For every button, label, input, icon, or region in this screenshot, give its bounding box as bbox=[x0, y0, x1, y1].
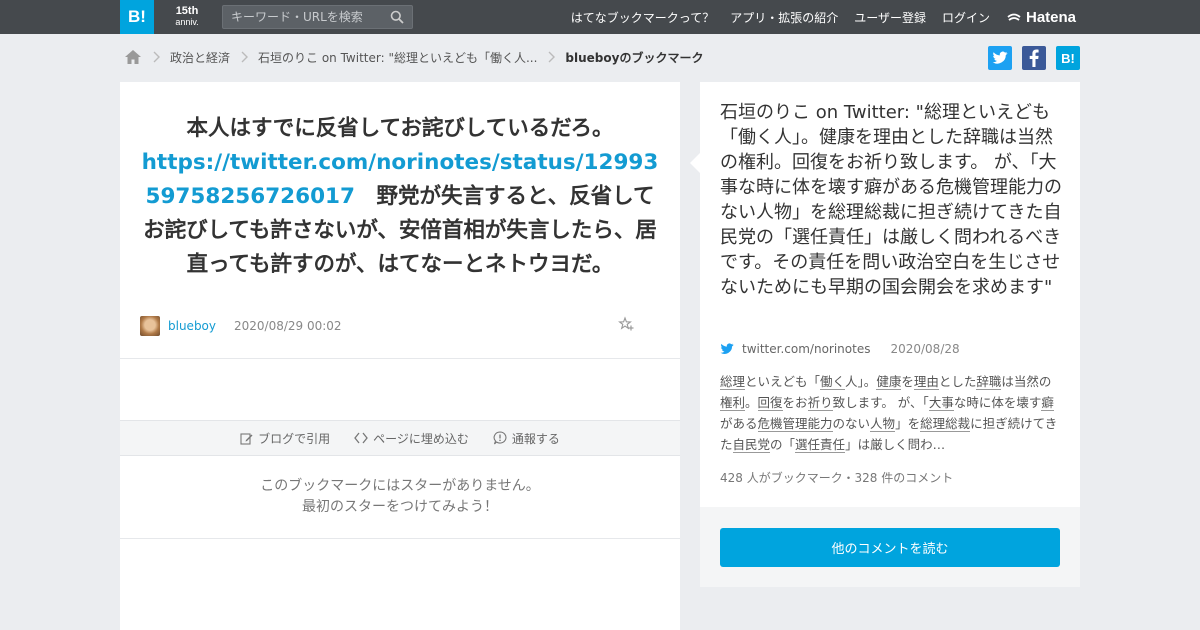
home-icon[interactable] bbox=[124, 49, 142, 65]
twitter-icon bbox=[992, 51, 1008, 64]
blog-quote-button[interactable]: ブログで引用 bbox=[240, 430, 330, 447]
excerpt-text: 」は厳しく問わ… bbox=[845, 437, 946, 452]
global-header: B! 15th anniv. はてなブックマークって？ アプリ・拡張の紹介 ユー… bbox=[0, 0, 1200, 34]
report-button[interactable]: 通報する bbox=[493, 430, 560, 447]
breadcrumb-category[interactable]: 政治と経済 bbox=[170, 49, 230, 66]
keyword-link[interactable]: 総理総裁 bbox=[920, 416, 971, 432]
hatena-brand-text: Hatena bbox=[1026, 8, 1077, 26]
nav-about[interactable]: はてなブックマークって？ bbox=[571, 9, 714, 26]
anniversary-badge: 15th anniv. bbox=[162, 4, 212, 30]
excerpt-text: 人」。 bbox=[845, 374, 877, 389]
bookmark-comment: 本人はすでに反省してお詫びしているだろ。 https://twitter.com/… bbox=[140, 112, 660, 282]
excerpt-text: 致します。 が、「 bbox=[832, 395, 929, 410]
entry-card: 石垣のりこ on Twitter: "総理といえども「働く人」。健康を理由とした… bbox=[690, 82, 1080, 507]
chevron-right-icon bbox=[148, 46, 164, 68]
no-star-message: このブックマークにはスターがありません。 最初のスターをつけてみよう！ bbox=[120, 476, 680, 518]
entry-source-domain[interactable]: twitter.com/norinotes bbox=[742, 342, 870, 356]
keyword-link[interactable]: 辞職 bbox=[976, 374, 1002, 390]
keyword-link[interactable]: 危機管理能力 bbox=[757, 416, 833, 432]
excerpt-text: 」を bbox=[895, 416, 921, 431]
nav-signup[interactable]: ユーザー登録 bbox=[854, 9, 926, 26]
keyword-link[interactable]: 大事 bbox=[928, 395, 954, 411]
chevron-right-icon bbox=[543, 46, 559, 68]
report-label: 通報する bbox=[511, 431, 560, 446]
excerpt-text: 。 bbox=[745, 395, 758, 410]
excerpt-text: をお bbox=[782, 395, 808, 410]
nav-apps[interactable]: アプリ・拡張の紹介 bbox=[730, 9, 838, 26]
excerpt-text: のない bbox=[832, 416, 871, 431]
search-input[interactable] bbox=[223, 6, 383, 28]
code-icon bbox=[354, 432, 368, 444]
no-star-line1: このブックマークにはスターがありません。 bbox=[260, 478, 540, 494]
breadcrumb: 政治と経済 石垣のりこ on Twitter: "総理といえども「働く人... … bbox=[124, 46, 703, 68]
bookmark-card: 本人はすでに反省してお詫びしているだろ。 https://twitter.com/… bbox=[120, 82, 680, 630]
excerpt-text: の「 bbox=[770, 437, 796, 452]
bookmark-actions: ブログで引用 ページに埋め込む 通報する bbox=[120, 420, 680, 456]
keyword-link[interactable]: 健康 bbox=[876, 374, 902, 390]
bookmark-counts[interactable]: 428 人がブックマーク・328 件のコメント bbox=[720, 469, 953, 486]
read-more-comments-button[interactable]: 他のコメントを読む bbox=[720, 528, 1060, 567]
nav-login[interactable]: ログイン bbox=[942, 9, 990, 26]
report-icon bbox=[493, 431, 507, 445]
keyword-link[interactable]: 権利 bbox=[720, 395, 746, 411]
header-nav: はてなブックマークって？ アプリ・拡張の紹介 ユーザー登録 ログイン bbox=[571, 0, 990, 34]
breadcrumb-entry[interactable]: 石垣のりこ on Twitter: "総理といえども「働く人... bbox=[258, 49, 537, 66]
entry-source: twitter.com/norinotes 2020/08/28 bbox=[720, 340, 960, 358]
read-more-area: 他のコメントを読む bbox=[700, 507, 1080, 587]
keyword-link[interactable]: 自民党 bbox=[732, 437, 771, 453]
facebook-icon bbox=[1029, 49, 1039, 67]
avatar[interactable] bbox=[140, 316, 160, 336]
chevron-right-icon bbox=[236, 46, 252, 68]
twitter-icon bbox=[720, 343, 734, 354]
username-link[interactable]: blueboy bbox=[168, 319, 216, 333]
keyword-link[interactable]: 回復 bbox=[757, 395, 783, 411]
excerpt-text: とした bbox=[938, 374, 977, 389]
keyword-link[interactable]: 人物 bbox=[870, 416, 896, 432]
keyword-link[interactable]: 総理 bbox=[720, 374, 746, 390]
breadcrumb-current: blueboyのブックマーク bbox=[565, 50, 704, 65]
anniversary-badge-sub: anniv. bbox=[175, 17, 199, 27]
excerpt-text: がある bbox=[720, 416, 758, 431]
share-twitter-button[interactable] bbox=[988, 46, 1012, 70]
share-hatena-button[interactable]: B! bbox=[1056, 46, 1080, 70]
share-facebook-button[interactable] bbox=[1022, 46, 1046, 70]
keyword-link[interactable]: 祈り bbox=[807, 395, 833, 411]
hatena-brand[interactable]: Hatena bbox=[1006, 0, 1076, 34]
hatena-cloud-icon bbox=[1007, 13, 1021, 21]
keyword-link[interactable]: 理由 bbox=[913, 374, 939, 390]
comment-text-1: 本人はすでに反省してお詫びしているだろ。 bbox=[186, 116, 614, 141]
edit-icon bbox=[240, 432, 253, 445]
entry-excerpt: 総理といえども「働く人」。健康を理由とした辞職は当然の権利。回復をお祈り致します… bbox=[720, 371, 1062, 455]
keyword-link[interactable]: 癖 bbox=[1041, 395, 1054, 411]
add-star-icon[interactable] bbox=[618, 316, 634, 332]
keyword-link[interactable]: 働く bbox=[820, 374, 846, 390]
keyword-link[interactable]: 選任責任 bbox=[795, 437, 846, 453]
excerpt-text: を bbox=[901, 374, 914, 389]
entry-title[interactable]: 石垣のりこ on Twitter: "総理といえども「働く人」。健康を理由とした… bbox=[720, 100, 1062, 300]
anniversary-badge-main: 15th bbox=[175, 5, 199, 17]
divider bbox=[120, 538, 680, 539]
search-icon[interactable] bbox=[390, 10, 404, 24]
embed-button[interactable]: ページに埋め込む bbox=[354, 430, 469, 447]
excerpt-text: といえども「 bbox=[745, 374, 821, 389]
blog-quote-label: ブログで引用 bbox=[258, 431, 331, 446]
bookmark-meta: blueboy 2020/08/29 00:02 bbox=[140, 316, 660, 336]
divider bbox=[120, 358, 680, 359]
bookmark-date: 2020/08/29 00:02 bbox=[234, 319, 342, 333]
no-star-line2: 最初のスターをつけてみよう！ bbox=[302, 499, 498, 515]
hatena-bookmark-logo[interactable]: B! bbox=[120, 0, 154, 34]
embed-label: ページに埋め込む bbox=[373, 431, 469, 446]
entry-date: 2020/08/28 bbox=[890, 342, 960, 356]
excerpt-text: は当然の bbox=[1001, 374, 1052, 389]
excerpt-text: な時に体を壊す bbox=[953, 395, 1042, 410]
search-box bbox=[222, 5, 413, 29]
